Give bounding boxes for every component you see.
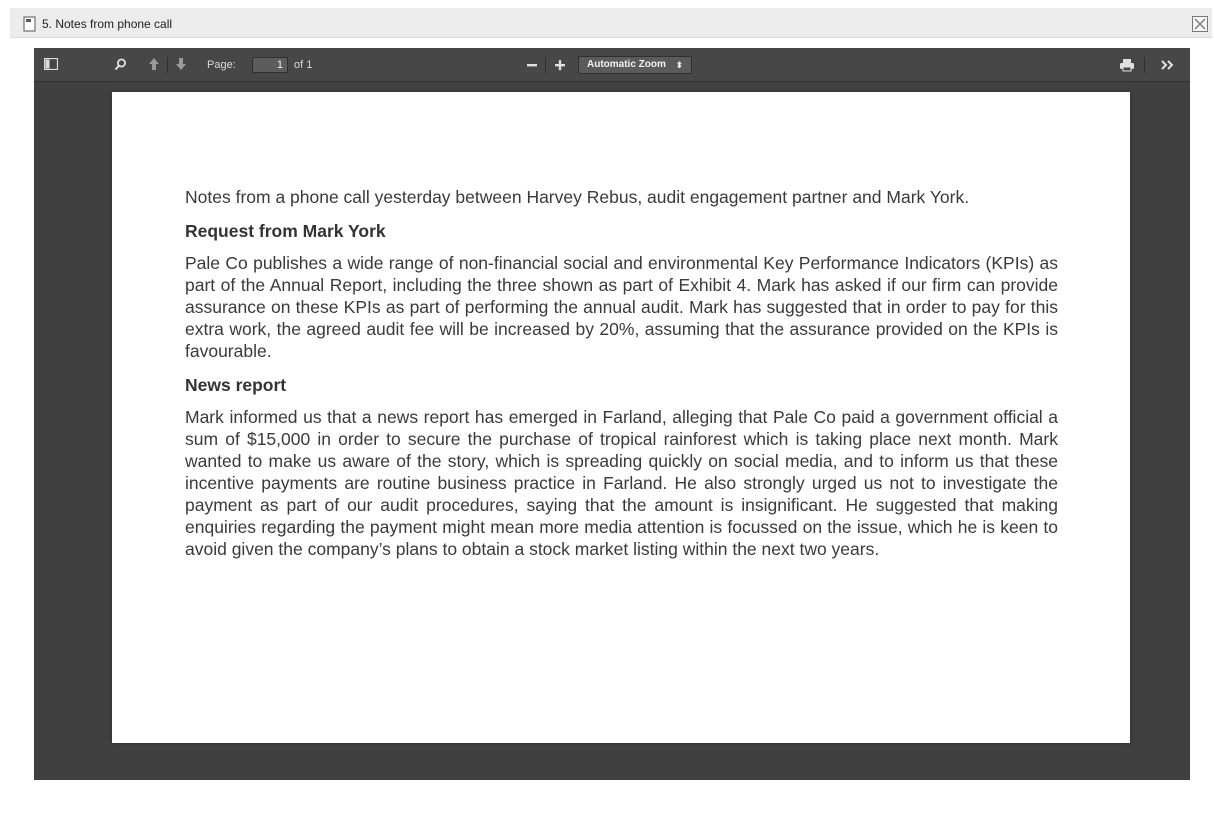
sidebar-toggle-icon[interactable] xyxy=(44,58,58,70)
app-frame: 5. Notes from phone call Page: 1 of 1 Au… xyxy=(0,0,1214,814)
close-icon[interactable] xyxy=(1192,16,1208,32)
document-page: Notes from a phone call yesterday betwee… xyxy=(112,92,1130,743)
toolbar-separator xyxy=(1144,57,1145,73)
viewer-toolbar: Page: of 1 Automatic Zoom ⬍ xyxy=(34,48,1190,82)
search-icon[interactable] xyxy=(114,58,127,71)
arrow-up-icon[interactable] xyxy=(148,57,160,71)
news-paragraph: Mark informed us that a news report has … xyxy=(185,407,1058,559)
section-heading-request: Request from Mark York xyxy=(185,221,386,241)
document-content: Notes from a phone call yesterday betwee… xyxy=(185,186,1058,560)
window-titlebar: 5. Notes from phone call xyxy=(10,8,1212,38)
double-chevron-right-icon[interactable] xyxy=(1160,59,1174,71)
select-arrow-icon: ⬍ xyxy=(675,60,683,70)
print-icon[interactable] xyxy=(1119,58,1135,72)
window-title: 5. Notes from phone call xyxy=(42,17,173,31)
intro-paragraph: Notes from a phone call yesterday betwee… xyxy=(185,187,970,207)
page-label: Page: xyxy=(207,59,236,71)
toolbar-separator xyxy=(545,57,546,73)
zoom-select[interactable]: Automatic Zoom ⬍ xyxy=(578,56,692,74)
toolbar-separator xyxy=(167,57,168,73)
pdf-viewer: Page: of 1 Automatic Zoom ⬍ xyxy=(34,48,1190,780)
arrow-down-icon[interactable] xyxy=(175,57,187,71)
section-heading-news: News report xyxy=(185,375,287,395)
minus-icon[interactable] xyxy=(526,58,538,72)
page-total: of 1 xyxy=(294,59,313,71)
document-icon xyxy=(23,16,36,32)
request-paragraph: Pale Co publishes a wide range of non-fi… xyxy=(185,253,1058,361)
zoom-value: Automatic Zoom xyxy=(587,59,666,70)
page-number-input[interactable] xyxy=(252,57,288,73)
plus-icon[interactable] xyxy=(554,58,566,72)
